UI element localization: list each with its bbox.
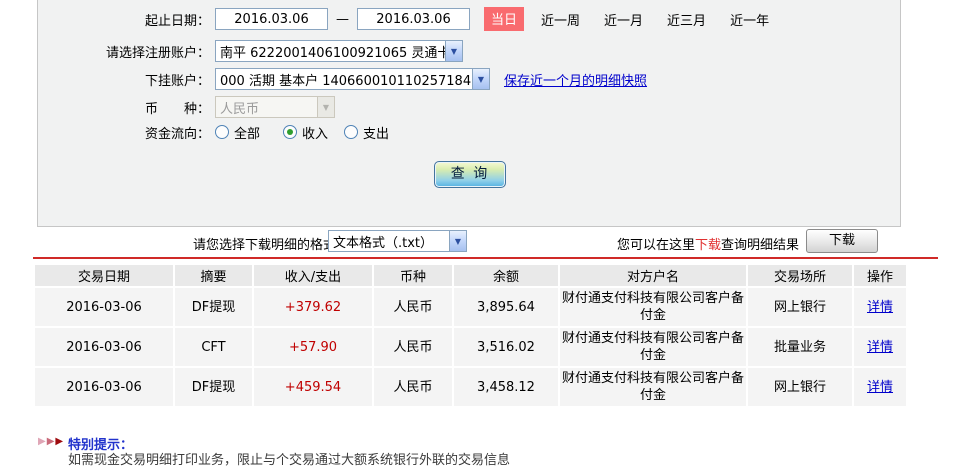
register-account-value: 南平 6222001406100921065 灵通卡 <box>220 45 445 61</box>
end-date-input[interactable] <box>357 8 470 30</box>
header-summary: 摘要 <box>175 265 252 286</box>
query-button[interactable]: 查 询 <box>434 161 506 188</box>
transaction-table: 交易日期 摘要 收入/支出 币种 余额 对方户名 交易场所 操作 2016-03… <box>33 263 908 408</box>
chevron-down-icon: ▼ <box>449 231 466 251</box>
triple-arrow-icon: ▶▶▶ <box>38 436 65 447</box>
cell-date: 2016-03-06 <box>35 288 173 326</box>
header-date: 交易日期 <box>35 265 173 286</box>
fund-flow-option-expense[interactable]: 支出 <box>344 123 389 142</box>
sub-account-row: 下挂账户： 000 活期 基本户 1406600101102571848 ▼ 保… <box>38 68 647 90</box>
header-action: 操作 <box>854 265 906 286</box>
detail-link[interactable]: 详情 <box>867 380 893 395</box>
cell-action: 详情 <box>854 288 906 326</box>
sub-account-value: 000 活期 基本户 1406600101102571848 <box>220 73 472 89</box>
cell-date: 2016-03-06 <box>35 368 173 406</box>
cell-counterparty: 财付通支付科技有限公司客户备付金 <box>560 288 746 326</box>
detail-link[interactable]: 详情 <box>867 340 893 355</box>
currency-label: 币 种： <box>144 101 210 117</box>
cell-action: 详情 <box>854 368 906 406</box>
cell-currency: 人民币 <box>374 288 452 326</box>
save-snapshot-link[interactable]: 保存近一个月的明细快照 <box>504 70 647 89</box>
cell-summary: DF提现 <box>175 288 252 326</box>
chevron-down-icon: ▼ <box>445 41 462 61</box>
header-currency: 币种 <box>374 265 452 286</box>
header-counterparty: 对方户名 <box>560 265 746 286</box>
radio-checked-icon <box>283 125 298 139</box>
date-range-row: 起止日期： — 当日 近一周 近一月 近三月 近一年 <box>38 7 769 31</box>
fund-flow-option-expense-label: 支出 <box>363 126 390 142</box>
cell-channel: 网上银行 <box>748 288 852 326</box>
quick-range-week-button[interactable]: 近一周 <box>541 10 580 29</box>
cell-balance: 3,458.12 <box>454 368 558 406</box>
special-tip-title: 特别提示： <box>68 438 134 453</box>
cell-amount: +379.62 <box>254 288 372 326</box>
cell-channel: 批量业务 <box>748 328 852 366</box>
cell-summary: CFT <box>175 328 252 366</box>
download-format-value: 文本格式（.txt） <box>333 235 434 251</box>
table-row: 2016-03-06 DF提现 +459.54 人民币 3,458.12 财付通… <box>35 368 906 406</box>
register-account-select[interactable]: 南平 6222001406100921065 灵通卡 ▼ <box>215 40 463 62</box>
fund-flow-option-income-label: 收入 <box>302 126 329 142</box>
download-button[interactable]: 下载 <box>806 229 878 253</box>
chevron-down-icon: ▼ <box>472 69 489 89</box>
quick-range-today-button[interactable]: 当日 <box>484 7 525 31</box>
cell-currency: 人民币 <box>374 368 452 406</box>
currency-value: 人民币 <box>220 101 260 117</box>
quick-range-year-button[interactable]: 近一年 <box>730 10 769 29</box>
date-range-separator: — <box>336 11 349 27</box>
cell-balance: 3,895.64 <box>454 288 558 326</box>
chevron-down-icon: ▼ <box>317 97 334 117</box>
cell-balance: 3,516.02 <box>454 328 558 366</box>
sub-account-label: 下挂账户： <box>144 73 210 89</box>
fund-flow-label: 资金流向： <box>144 126 210 142</box>
radio-unchecked-icon <box>215 125 229 139</box>
table-row: 2016-03-06 DF提现 +379.62 人民币 3,895.64 财付通… <box>35 288 906 326</box>
download-hint-suffix: 查询明细结果 <box>720 238 799 253</box>
cell-counterparty: 财付通支付科技有限公司客户备付金 <box>560 328 746 366</box>
header-channel: 交易场所 <box>748 265 852 286</box>
header-amount: 收入/支出 <box>254 265 372 286</box>
cell-summary: DF提现 <box>175 368 252 406</box>
register-account-label: 请选择注册账户： <box>105 45 210 61</box>
date-range-label: 起止日期： <box>144 13 210 29</box>
download-hint: 您可以在这里下载查询明细结果 <box>617 234 799 253</box>
cell-currency: 人民币 <box>374 328 452 366</box>
cell-counterparty: 财付通支付科技有限公司客户备付金 <box>560 368 746 406</box>
table-header-row: 交易日期 摘要 收入/支出 币种 余额 对方户名 交易场所 操作 <box>35 265 906 286</box>
currency-select: 人民币 ▼ <box>215 96 335 118</box>
cell-amount: +57.90 <box>254 328 372 366</box>
download-hint-link[interactable]: 下载 <box>695 238 721 253</box>
cell-date: 2016-03-06 <box>35 328 173 366</box>
register-account-row: 请选择注册账户： 南平 6222001406100921065 灵通卡 ▼ <box>38 40 463 62</box>
cell-amount: +459.54 <box>254 368 372 406</box>
fund-flow-option-all[interactable]: 全部 <box>215 123 260 142</box>
quick-range-3months-button[interactable]: 近三月 <box>667 10 706 29</box>
fund-flow-row: 资金流向： 全部 收入 支出 <box>38 121 389 143</box>
quick-range-month-button[interactable]: 近一月 <box>604 10 643 29</box>
start-date-input[interactable] <box>215 8 328 30</box>
currency-row: 币 种： 人民币 ▼ <box>38 96 335 118</box>
query-form-panel: 起止日期： — 当日 近一周 近一月 近三月 近一年 请选择注册账户： 南平 6… <box>37 0 901 227</box>
cell-channel: 网上银行 <box>748 368 852 406</box>
sub-account-select[interactable]: 000 活期 基本户 1406600101102571848 ▼ <box>215 68 490 90</box>
download-format-label: 请您选择下载明细的格式 <box>193 238 337 253</box>
cell-action: 详情 <box>854 328 906 366</box>
table-row: 2016-03-06 CFT +57.90 人民币 3,516.02 财付通支付… <box>35 328 906 366</box>
download-format-select[interactable]: 文本格式（.txt） ▼ <box>328 230 467 252</box>
table-top-divider <box>33 257 938 259</box>
radio-unchecked-icon <box>344 125 359 139</box>
header-balance: 余额 <box>454 265 558 286</box>
fund-flow-option-income[interactable]: 收入 <box>283 123 328 142</box>
detail-link[interactable]: 详情 <box>867 300 893 315</box>
fund-flow-option-all-label: 全部 <box>234 126 261 142</box>
download-hint-prefix: 您可以在这里 <box>616 238 695 253</box>
